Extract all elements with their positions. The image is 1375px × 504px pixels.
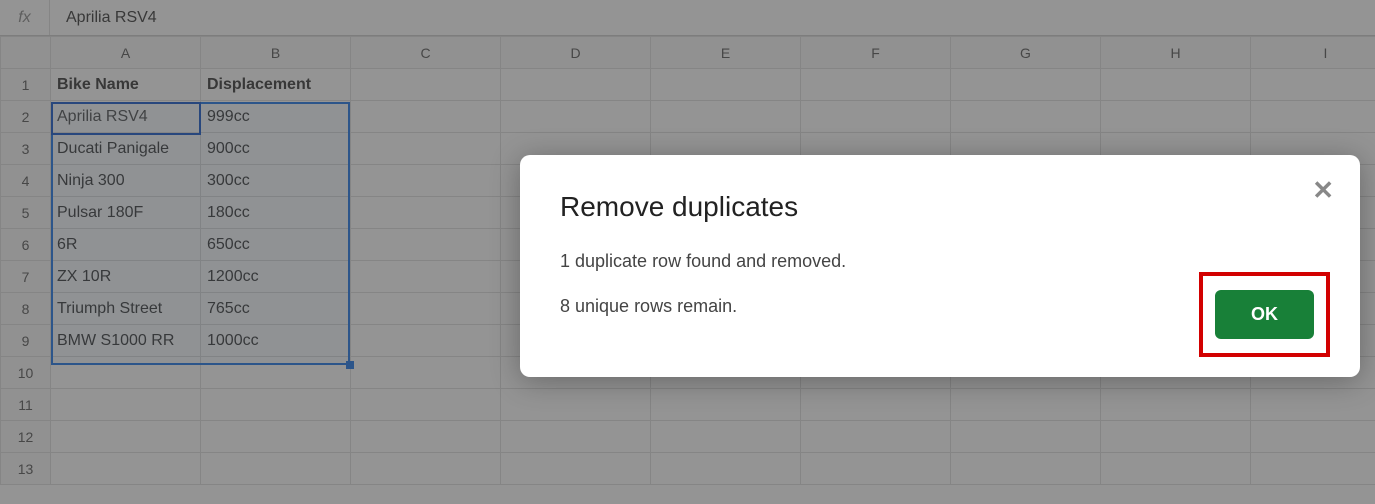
remove-duplicates-dialog: ✕ Remove duplicates 1 duplicate row foun… xyxy=(520,155,1360,377)
dialog-title: Remove duplicates xyxy=(560,191,1320,223)
close-icon[interactable]: ✕ xyxy=(1312,177,1334,203)
ok-button[interactable]: OK xyxy=(1215,290,1314,339)
dialog-message-1: 1 duplicate row found and removed. xyxy=(560,251,1320,272)
ok-highlight: OK xyxy=(1199,272,1330,357)
